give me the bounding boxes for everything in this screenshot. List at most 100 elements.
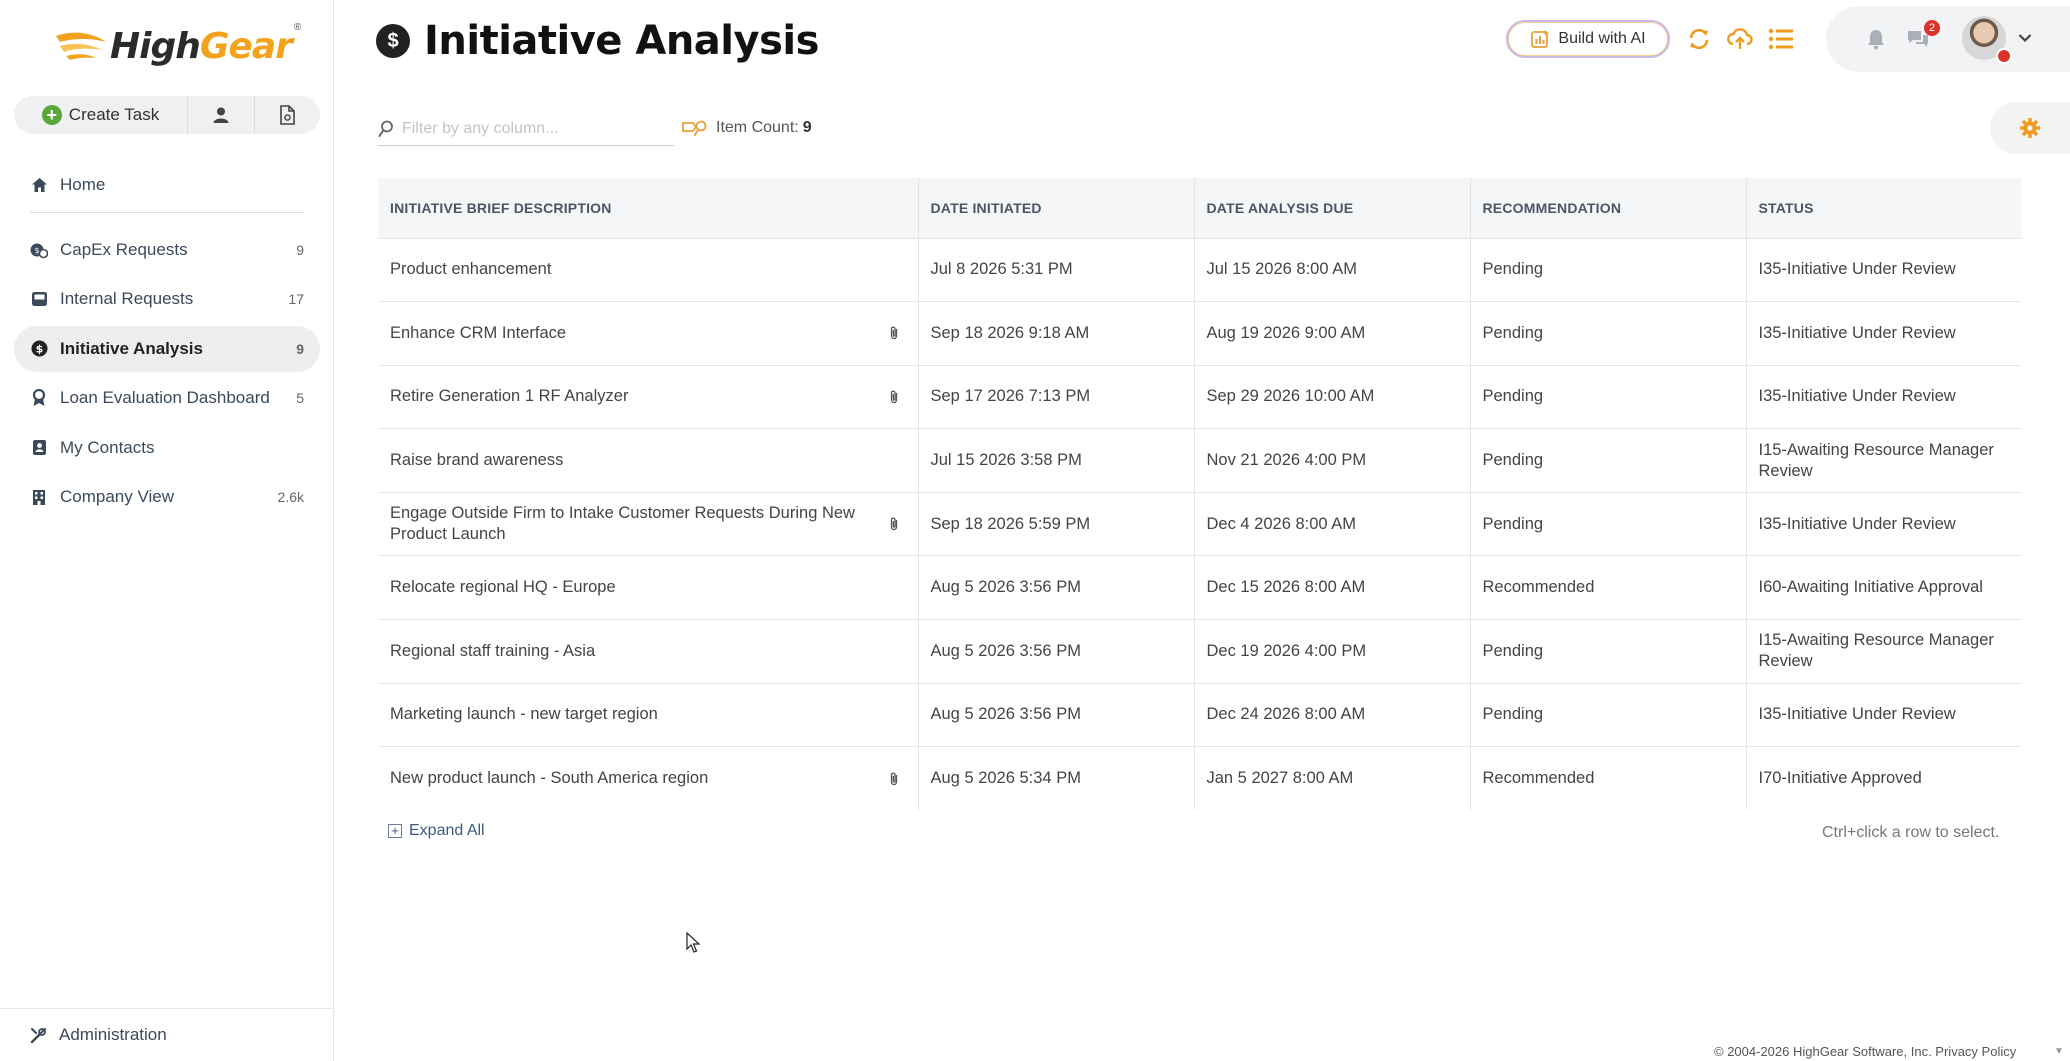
cell-date-analysis-due: Aug 19 2026 9:00 AM [1194,301,1471,366]
sidebar-item-internal-requests[interactable]: Internal Requests 17 [14,276,320,322]
sidebar-item-loan-evaluation-dashboard[interactable]: Loan Evaluation Dashboard 5 [14,375,320,421]
copyright-footer: © 2004-2026 HighGear Software, Inc. Priv… [1714,1044,2017,1059]
grid-header-row: INITIATIVE BRIEF DESCRIPTION DATE INITIA… [378,178,2021,239]
table-row[interactable]: New product launch - South America regio… [378,746,2021,811]
refresh-button[interactable] [1684,24,1714,54]
table-row[interactable]: Product enhancement Jul 8 2026 5:31 PM Jul… [378,238,2021,303]
column-header-recommendation[interactable]: RECOMMENDATION [1470,178,1747,239]
sidebar-action-bar: + Create Task [14,96,320,134]
paperclip-icon[interactable] [888,516,906,532]
create-task-label: Create Task [68,105,160,124]
column-header-date-analysis-due[interactable]: DATE ANALYSIS DUE [1194,178,1471,239]
cell-date-initiated: Aug 5 2026 3:56 PM [918,619,1195,684]
cell-status: I15-Awaiting Resource Manager Review [1746,428,2021,493]
cell-description: Marketing launch - new target region [378,683,919,748]
table-row[interactable]: Engage Outside Firm to Intake Customer R… [378,492,2021,557]
cell-status: I35-Initiative Under Review [1746,492,2021,557]
table-row[interactable]: Marketing launch - new target region Aug … [378,683,2021,748]
expand-all-button[interactable]: + Expand All [388,822,485,840]
cell-date-initiated: Jul 8 2026 5:31 PM [918,238,1195,303]
cell-description: Product enhancement [378,238,919,303]
paperclip-icon[interactable] [888,389,906,405]
contacts-icon [30,439,48,457]
upload-button[interactable] [1725,24,1755,54]
sidebar-item-administration[interactable]: Administration [0,1008,334,1061]
plus-icon: + [41,105,62,125]
cell-date-initiated: Sep 17 2026 7:13 PM [918,365,1195,430]
cell-date-analysis-due: Dec 19 2026 4:00 PM [1194,619,1471,684]
logo-swoosh-icon [56,32,106,60]
sidebar-item-company-view[interactable]: Company View 2.6k [14,474,320,520]
cell-recommendation: Pending [1470,619,1747,684]
tools-icon [30,1027,47,1044]
table-row[interactable]: Raise brand awareness Jul 15 2026 3:58 PM… [378,428,2021,493]
sidebar-item-home[interactable]: Home [14,162,320,208]
user-menu-toggle[interactable] [2018,30,2032,48]
cell-status: I35-Initiative Under Review [1746,365,2021,430]
column-header-status[interactable]: STATUS [1746,178,2021,239]
description-wrap: New product launch - South America regio… [390,768,906,789]
cell-date-initiated: Aug 5 2026 3:56 PM [918,683,1195,748]
column-header-date-initiated[interactable]: DATE INITIATED [918,178,1195,239]
logo-registered-mark: ® [293,22,302,33]
description-wrap: Regional staff training - Asia [390,641,906,662]
cell-date-initiated: Jul 15 2026 3:58 PM [918,428,1195,493]
nav-divider [30,211,304,213]
cell-description: Enhance CRM Interface [378,301,919,366]
build-with-ai-button[interactable]: Build with AI [1506,20,1670,58]
contacts-quick-button[interactable] [188,96,254,134]
paperclip-icon[interactable] [888,771,906,787]
cell-recommendation: Recommended [1470,555,1747,621]
cell-description: Regional staff training - Asia [378,619,919,684]
table-row[interactable]: Relocate regional HQ - Europe Aug 5 2026 … [378,555,2021,621]
page-title: $ Initiative Analysis [376,14,819,68]
list-view-button[interactable] [1766,24,1796,54]
sidebar-item-my-contacts[interactable]: My Contacts [14,425,320,471]
cell-date-analysis-due: Jan 5 2027 8:00 AM [1194,746,1471,811]
filter-input[interactable] [402,119,662,138]
table-row[interactable]: Enhance CRM Interface Sep 18 2026 9:18 AM… [378,301,2021,366]
cell-date-initiated: Sep 18 2026 5:59 PM [918,492,1195,557]
description-text: Retire Generation 1 RF Analyzer [390,387,629,406]
cell-date-analysis-due: Jul 15 2026 8:00 AM [1194,238,1471,303]
cell-date-analysis-due: Sep 29 2026 10:00 AM [1194,365,1471,430]
create-task-button[interactable]: + Create Task [14,96,188,134]
table-row[interactable]: Retire Generation 1 RF Analyzer Sep 17 20… [378,365,2021,430]
cell-date-analysis-due: Nov 21 2026 4:00 PM [1194,428,1471,493]
scroll-down-icon[interactable]: ▼ [2054,1046,2064,1057]
cell-date-analysis-due: Dec 4 2026 8:00 AM [1194,492,1471,557]
cell-description: Retire Generation 1 RF Analyzer [378,365,919,430]
cloud-upload-icon [1727,28,1753,49]
logo-text: HighGear [110,25,293,67]
cell-status: I60-Awaiting Initiative Approval [1746,555,2021,621]
cell-date-initiated: Sep 18 2026 9:18 AM [918,301,1195,366]
cell-recommendation: Pending [1470,492,1747,557]
highgear-logo[interactable]: HighGear ® [52,16,301,76]
expand-plus-icon: + [388,824,402,838]
column-header-description[interactable]: INITIATIVE BRIEF DESCRIPTION [378,178,919,239]
cell-date-analysis-due: Dec 15 2026 8:00 AM [1194,555,1471,621]
sidebar-item-capex-requests[interactable]: $ CapEx Requests 9 [14,227,320,273]
notifications-button[interactable] [1866,28,1886,55]
paperclip-icon[interactable] [888,325,906,341]
administration-label: Administration [59,1025,167,1044]
cell-status: I35-Initiative Under Review [1746,238,2021,303]
document-quick-button[interactable] [253,96,321,134]
user-icon [213,107,229,123]
cell-description: New product launch - South America regio… [378,746,919,811]
svg-text:$: $ [35,343,43,356]
bell-icon [1868,30,1884,50]
building-icon [30,488,48,506]
sidebar-item-initiative-analysis[interactable]: $ Initiative Analysis 9 [14,325,320,372]
expand-all-label: Expand All [409,822,485,839]
build-with-ai-label: Build with AI [1558,30,1646,47]
description-text: Raise brand awareness [390,451,564,470]
cell-date-initiated: Aug 5 2026 3:56 PM [918,555,1195,621]
item-count: Item Count: 9 [682,116,812,140]
cell-date-initiated: Aug 5 2026 5:34 PM [918,746,1195,811]
refresh-icon [1689,28,1709,50]
filter-box [378,112,674,146]
table-row[interactable]: Regional staff training - Asia Aug 5 2026… [378,619,2021,684]
cell-recommendation: Recommended [1470,746,1747,811]
grid-settings-button[interactable] [1990,102,2070,154]
